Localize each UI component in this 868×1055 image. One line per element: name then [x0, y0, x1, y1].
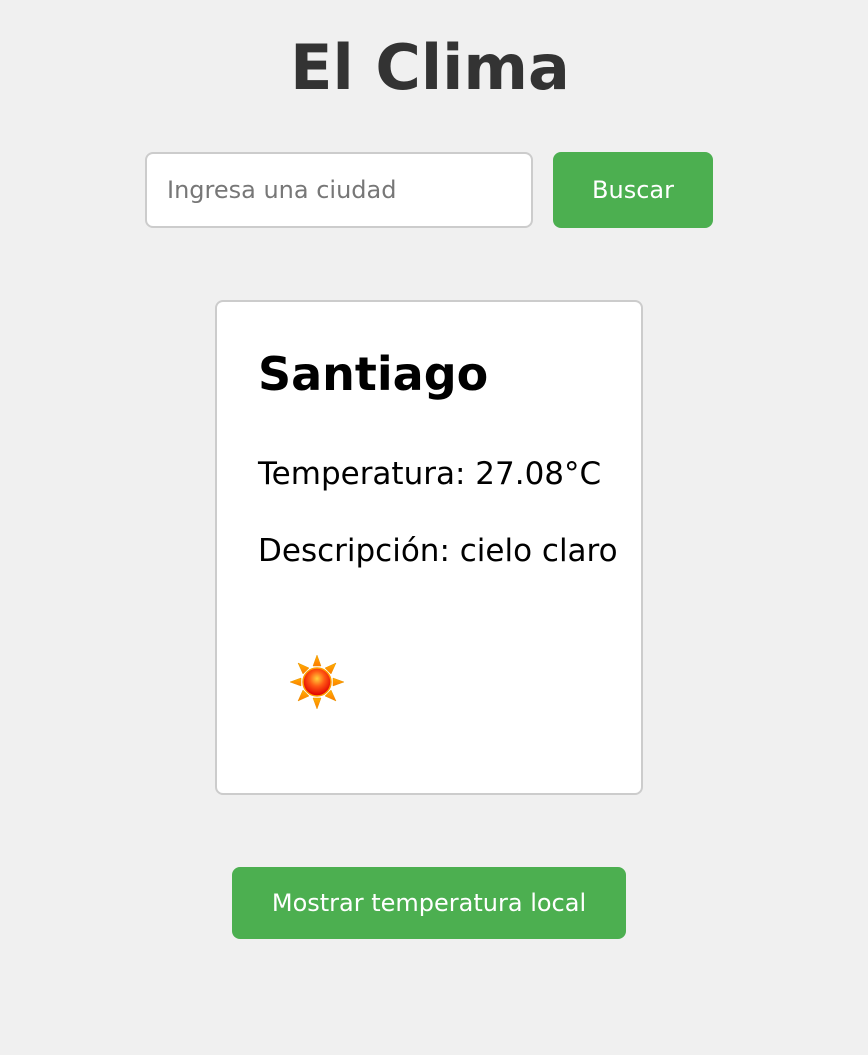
city-search-input[interactable]: [145, 152, 533, 228]
show-local-temperature-button[interactable]: Mostrar temperatura local: [232, 867, 626, 939]
page: El Clima Buscar Santiago Temperatura: 27…: [0, 0, 868, 1055]
sun-icon: [287, 652, 347, 712]
description-text: Descripción: cielo claro: [258, 533, 618, 569]
city-name: Santiago: [258, 347, 489, 401]
sun-icon-graphic: [289, 654, 345, 710]
weather-card: Santiago Temperatura: 27.08°C Descripció…: [215, 300, 643, 795]
page-title: El Clima: [290, 31, 570, 104]
search-button[interactable]: Buscar: [553, 152, 713, 228]
temperature-text: Temperatura: 27.08°C: [258, 456, 602, 492]
